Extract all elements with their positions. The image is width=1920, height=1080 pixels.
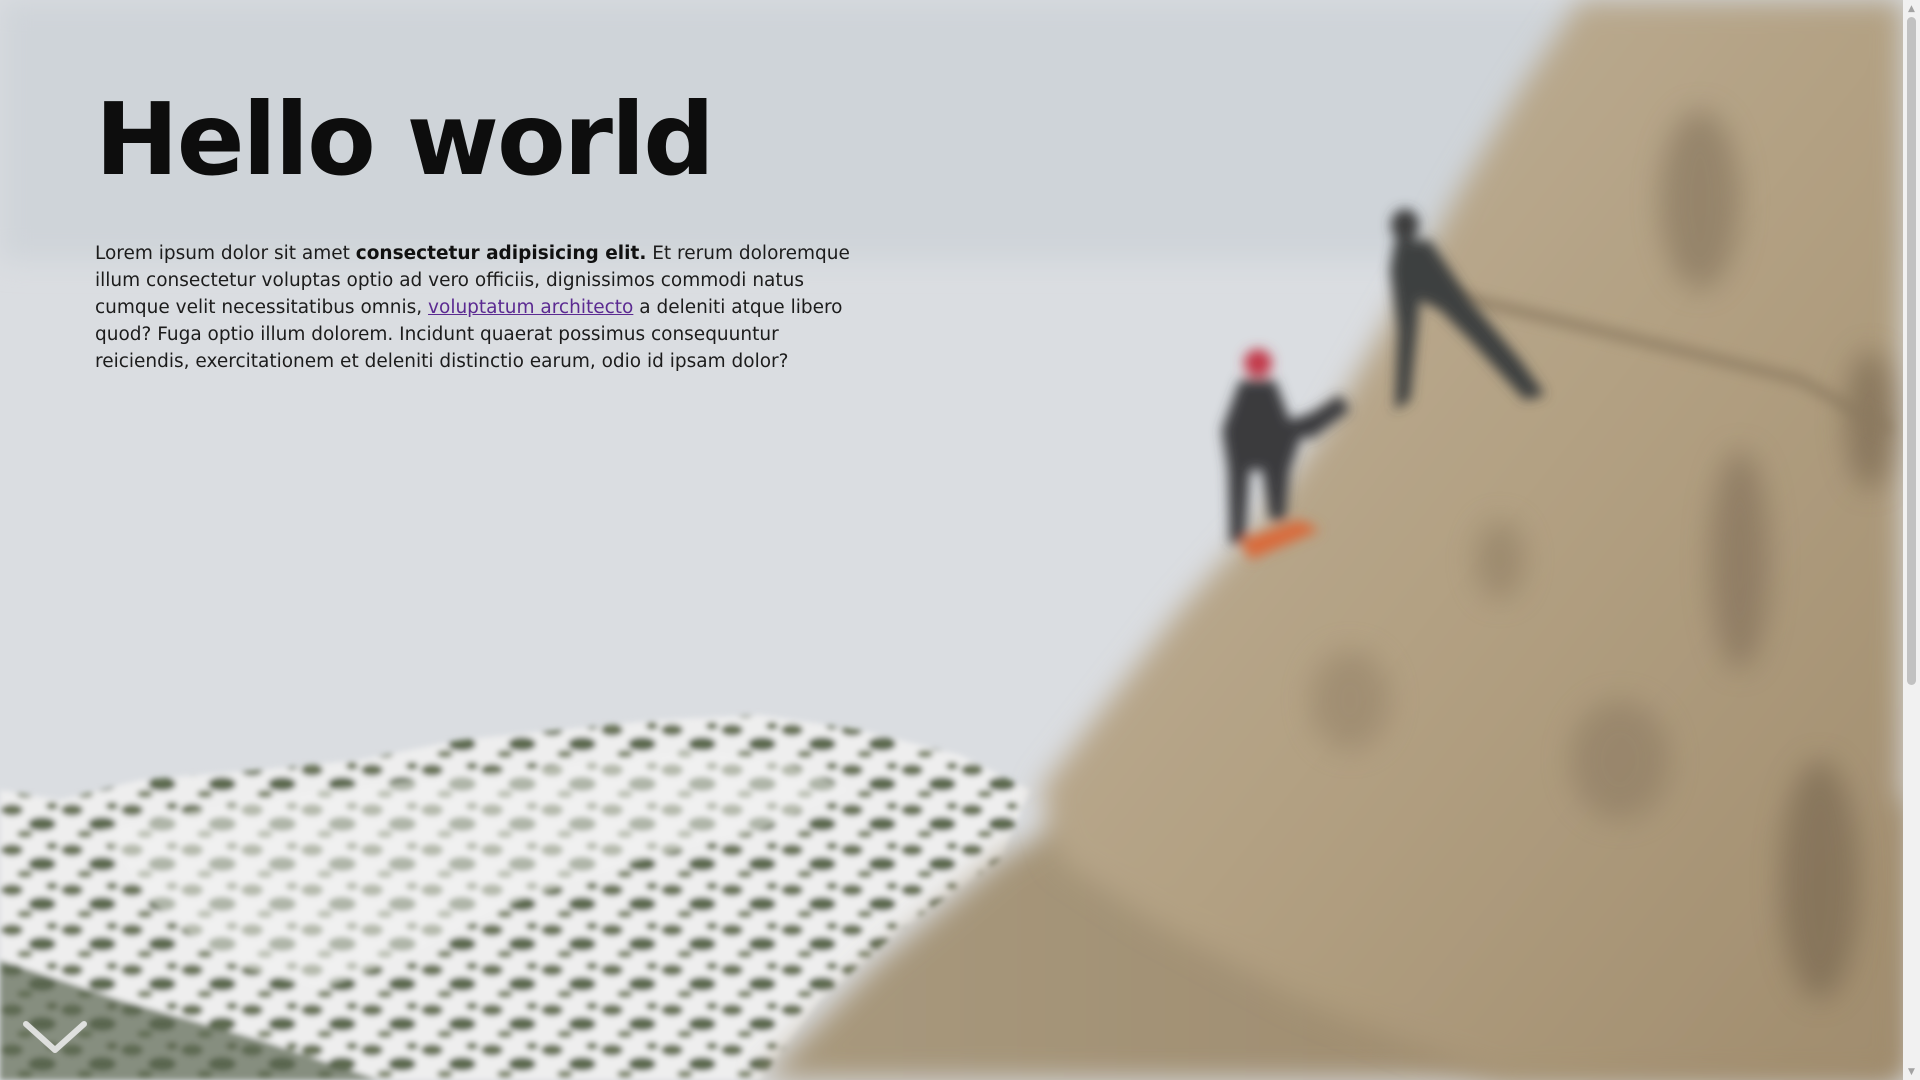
hero-section: Hello world Lorem ipsum dolor sit amet c… bbox=[95, 70, 865, 375]
scrollbar-thumb[interactable] bbox=[1907, 17, 1916, 685]
scroll-up-arrow-icon[interactable]: ▲ bbox=[1903, 0, 1920, 17]
scroll-down-button[interactable] bbox=[22, 1018, 88, 1058]
paragraph-bold-text: consectetur adipisicing elit. bbox=[355, 243, 647, 264]
chevron-down-icon bbox=[23, 1021, 87, 1053]
page: Hello world Lorem ipsum dolor sit amet c… bbox=[0, 0, 1920, 1080]
page-title: Hello world bbox=[95, 81, 715, 198]
intro-paragraph: Lorem ipsum dolor sit amet consectetur a… bbox=[95, 240, 865, 375]
page-scrollbar[interactable]: ▲ ▼ bbox=[1903, 0, 1920, 1080]
paragraph-text-1: Lorem ipsum dolor sit amet bbox=[95, 243, 356, 264]
paragraph-link[interactable]: voluptatum architecto bbox=[428, 297, 633, 318]
scroll-down-arrow-icon[interactable]: ▼ bbox=[1903, 1063, 1920, 1080]
